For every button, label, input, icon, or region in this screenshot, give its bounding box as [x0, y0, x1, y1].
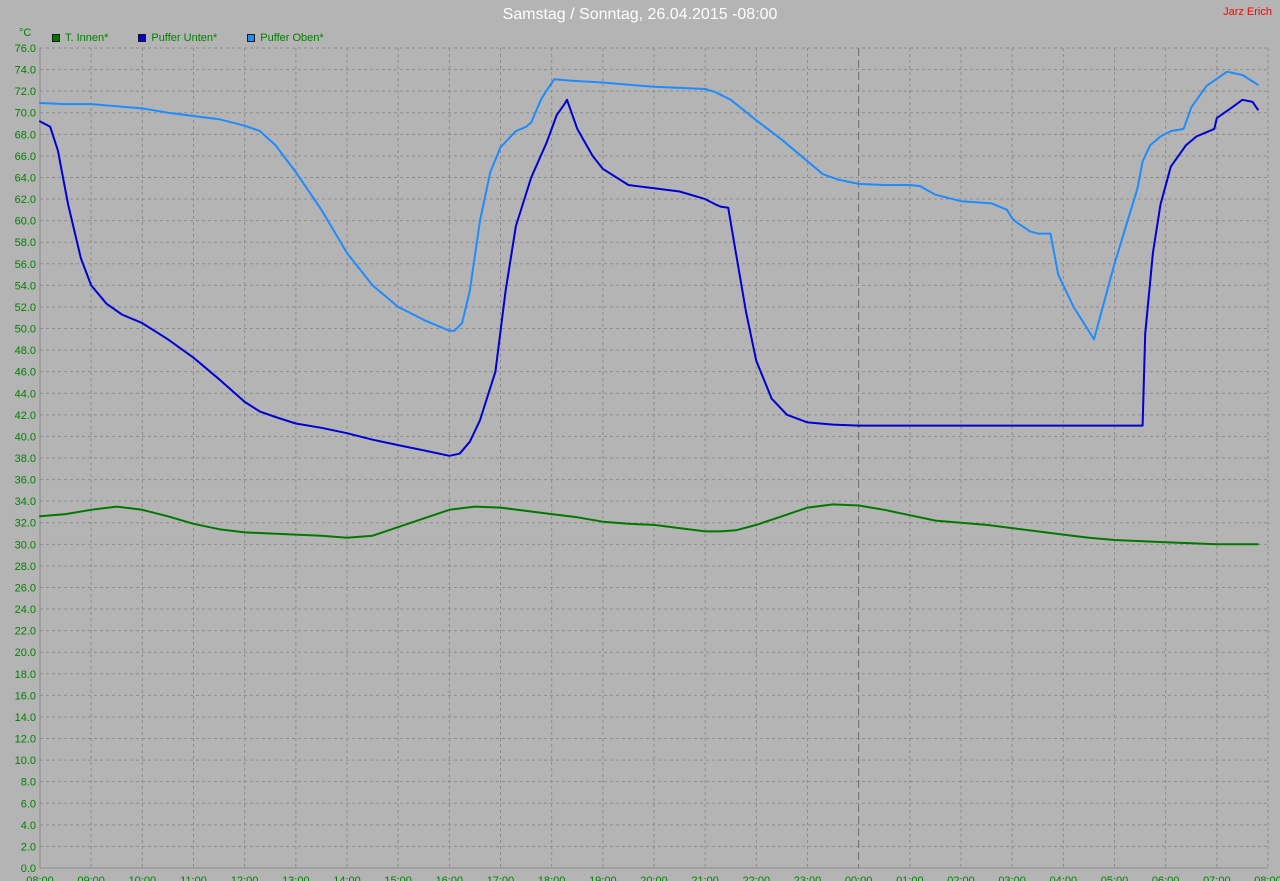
y-tick-label: 50.0	[15, 324, 36, 336]
x-tick-label: 04:00	[1050, 875, 1078, 881]
x-tick-label: 17:00	[487, 875, 515, 881]
y-tick-label: 40.0	[15, 431, 36, 443]
y-tick-label: 58.0	[15, 237, 36, 249]
y-tick-label: 36.0	[15, 475, 36, 487]
y-tick-label: 38.0	[15, 453, 36, 465]
y-tick-label: 20.0	[15, 647, 36, 659]
y-tick-label: 52.0	[15, 302, 36, 314]
y-tick-label: 28.0	[15, 561, 36, 573]
x-tick-label: 21:00	[691, 875, 719, 881]
x-tick-label: 10:00	[129, 875, 157, 881]
y-tick-label: 42.0	[15, 410, 36, 422]
x-tick-label: 20:00	[640, 875, 668, 881]
y-tick-label: 72.0	[15, 86, 36, 98]
x-tick-label: 01:00	[896, 875, 924, 881]
y-tick-label: 2.0	[21, 841, 36, 853]
y-tick-label: 64.0	[15, 172, 36, 184]
y-tick-label: 22.0	[15, 626, 36, 638]
plot-area: 0.0 2.0 4.0 6.0 8.0 10.0 12.0 14.0 16.0 18.0 20.0 2…	[15, 43, 1280, 881]
y-tick-label: 56.0	[15, 259, 36, 271]
x-tick-label: 02:00	[947, 875, 975, 881]
x-tick-label: 03:00	[998, 875, 1026, 881]
y-tick-label: 10.0	[15, 755, 36, 767]
x-tick-label: 11:00	[180, 875, 207, 881]
series-line-puffer-unten	[39, 98, 1259, 457]
series-line-t-innen	[39, 503, 1259, 546]
y-tick-label: 32.0	[15, 518, 36, 530]
y-tick-label: 76.0	[15, 43, 36, 55]
y-tick-label: 74.0	[15, 65, 36, 77]
y-tick-label: 34.0	[15, 496, 36, 508]
x-tick-label: 14:00	[333, 875, 361, 881]
y-tick-label: 0.0	[21, 863, 36, 875]
x-tick-label: 05:00	[1101, 875, 1129, 881]
x-tick-label: 07:00	[1203, 875, 1231, 881]
x-tick-label: 19:00	[589, 875, 617, 881]
y-tick-label: 14.0	[15, 712, 36, 724]
y-tick-label: 24.0	[15, 604, 36, 616]
y-tick-label: 46.0	[15, 367, 36, 379]
y-tick-label: 30.0	[15, 539, 36, 551]
y-tick-label: 4.0	[21, 820, 36, 832]
x-tick-label: 12:00	[231, 875, 259, 881]
chart-window: Samstag / Sonntag, 26.04.2015 -08:00 Jar…	[0, 0, 1280, 881]
y-tick-label: 44.0	[15, 388, 36, 400]
x-tick-label: 08:00	[1254, 875, 1280, 881]
y-tick-label: 68.0	[15, 129, 36, 141]
x-tick-label: 16:00	[436, 875, 464, 881]
x-tick-label: 06:00	[1152, 875, 1180, 881]
y-tick-label: 48.0	[15, 345, 36, 357]
y-tick-label: 12.0	[15, 734, 36, 746]
y-tick-label: 62.0	[15, 194, 36, 206]
y-tick-label: 16.0	[15, 690, 36, 702]
x-tick-label: 22:00	[743, 875, 771, 881]
y-tick-label: 60.0	[15, 216, 36, 228]
x-tick-label: 15:00	[384, 875, 412, 881]
y-tick-label: 18.0	[15, 669, 36, 681]
y-tick-label: 6.0	[21, 798, 36, 810]
y-tick-label: 26.0	[15, 582, 36, 594]
x-tick-label: 00:00	[845, 875, 873, 881]
x-tick-label: 09:00	[77, 875, 105, 881]
x-tick-label: 23:00	[794, 875, 822, 881]
y-tick-label: 66.0	[15, 151, 36, 163]
y-tick-label: 70.0	[15, 108, 36, 120]
y-tick-label: 8.0	[21, 777, 36, 789]
x-tick-label: 13:00	[282, 875, 310, 881]
series-line-puffer-oben	[39, 70, 1259, 341]
x-tick-label: 18:00	[538, 875, 566, 881]
x-tick-label: 08:00	[26, 875, 54, 881]
y-tick-label: 54.0	[15, 280, 36, 292]
